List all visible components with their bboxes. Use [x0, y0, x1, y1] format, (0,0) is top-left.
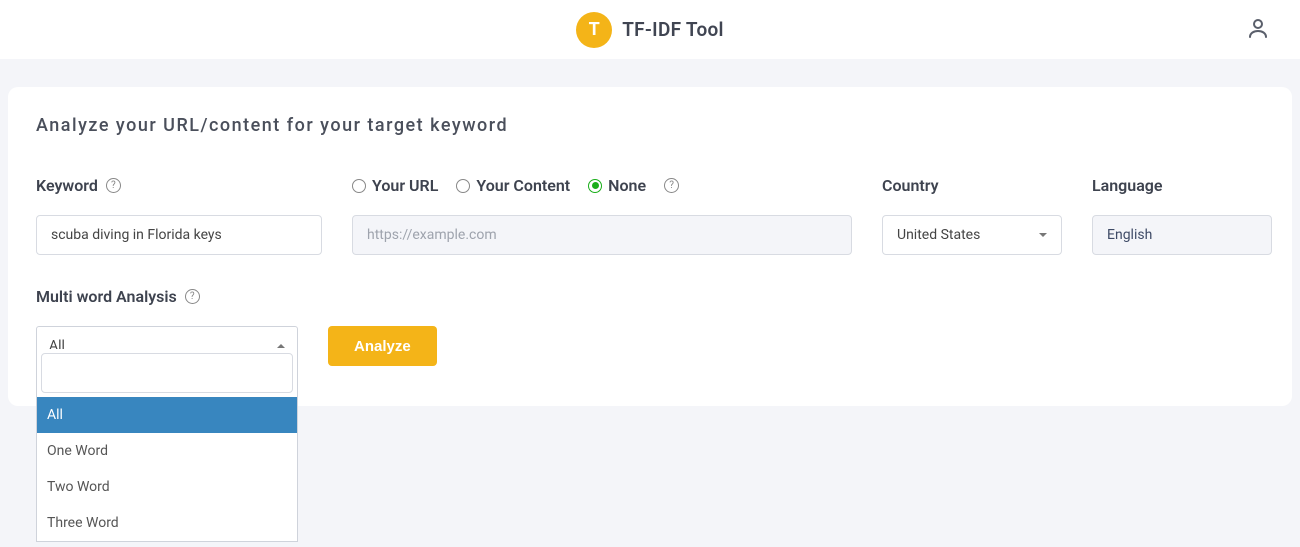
radio-icon — [588, 179, 602, 193]
dropdown-item-one-word[interactable]: One Word — [37, 433, 297, 469]
country-field-group: Country United States — [882, 176, 1062, 255]
dropdown-list: All One Word Two Word Three Word — [37, 397, 297, 541]
keyword-field-group: Keyword ? — [36, 176, 322, 255]
radio-icon — [456, 179, 470, 193]
help-icon[interactable]: ? — [664, 178, 679, 193]
card-heading: Analyze your URL/content for your target… — [36, 115, 1264, 136]
app-logo: T — [576, 12, 612, 48]
radio-label: None — [608, 176, 646, 195]
dropdown-item-three-word[interactable]: Three Word — [37, 505, 297, 541]
dropdown-search-input[interactable] — [41, 353, 293, 393]
radio-label: Your Content — [476, 176, 570, 195]
radio-icon — [352, 179, 366, 193]
chevron-down-icon — [1039, 233, 1047, 237]
country-select[interactable]: United States — [882, 215, 1062, 255]
source-radio-group: Your URL Your Content None ? — [352, 176, 852, 195]
language-field-group: Language English — [1092, 176, 1272, 255]
multiword-label-row: Multi word Analysis ? — [36, 287, 298, 306]
keyword-label: Keyword — [36, 176, 98, 195]
dropdown-search-wrap — [37, 349, 297, 397]
language-label: Language — [1092, 176, 1163, 195]
source-field-group: Your URL Your Content None ? — [352, 176, 852, 255]
dropdown-item-two-word[interactable]: Two Word — [37, 469, 297, 505]
header-title-wrap: T TF-IDF Tool — [576, 12, 724, 48]
profile-icon[interactable] — [1246, 16, 1270, 44]
language-label-row: Language — [1092, 176, 1272, 195]
radio-your-content[interactable]: Your Content — [456, 176, 570, 195]
url-input — [352, 215, 852, 255]
country-label-row: Country — [882, 176, 1062, 195]
country-label: Country — [882, 176, 939, 195]
radio-label: Your URL — [372, 176, 438, 195]
multiword-dropdown-panel: All One Word Two Word Three Word — [36, 349, 298, 542]
help-icon[interactable]: ? — [106, 178, 121, 193]
multiword-label: Multi word Analysis — [36, 287, 177, 306]
app-header: T TF-IDF Tool — [0, 0, 1300, 59]
language-value: English — [1107, 227, 1152, 243]
chevron-up-icon — [277, 344, 285, 348]
language-select[interactable]: English — [1092, 215, 1272, 255]
keyword-input[interactable] — [36, 215, 322, 255]
radio-none[interactable]: None — [588, 176, 646, 195]
app-title: TF-IDF Tool — [622, 18, 724, 41]
dropdown-item-all[interactable]: All — [37, 397, 297, 433]
analyze-button[interactable]: Analyze — [328, 326, 437, 366]
radio-your-url[interactable]: Your URL — [352, 176, 438, 195]
keyword-label-row: Keyword ? — [36, 176, 322, 195]
help-icon[interactable]: ? — [185, 289, 200, 304]
form-row-1: Keyword ? Your URL Your Content None — [36, 176, 1264, 255]
country-value: United States — [897, 227, 980, 243]
